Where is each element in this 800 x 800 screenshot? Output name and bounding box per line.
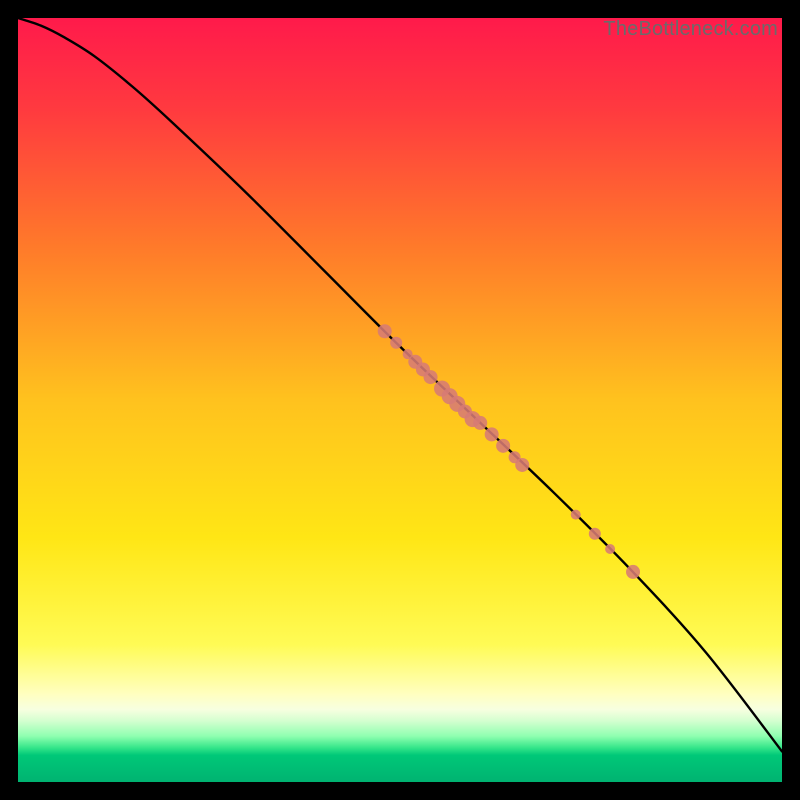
scatter-point bbox=[485, 427, 499, 441]
scatter-point bbox=[473, 416, 487, 430]
chart-svg bbox=[18, 18, 782, 782]
scatter-point bbox=[515, 458, 529, 472]
scatter-point bbox=[390, 337, 402, 349]
scatter-point bbox=[605, 544, 615, 554]
scatter-point bbox=[571, 510, 581, 520]
scatter-points bbox=[378, 324, 640, 579]
scatter-point bbox=[424, 370, 438, 384]
scatter-point bbox=[589, 528, 601, 540]
scatter-point bbox=[496, 439, 510, 453]
plot-area: TheBottleneck.com bbox=[18, 18, 782, 782]
scatter-point bbox=[626, 565, 640, 579]
chart-frame: TheBottleneck.com bbox=[18, 18, 782, 782]
scatter-point bbox=[378, 324, 392, 338]
curve-line bbox=[18, 18, 782, 751]
watermark-text: TheBottleneck.com bbox=[603, 18, 778, 41]
